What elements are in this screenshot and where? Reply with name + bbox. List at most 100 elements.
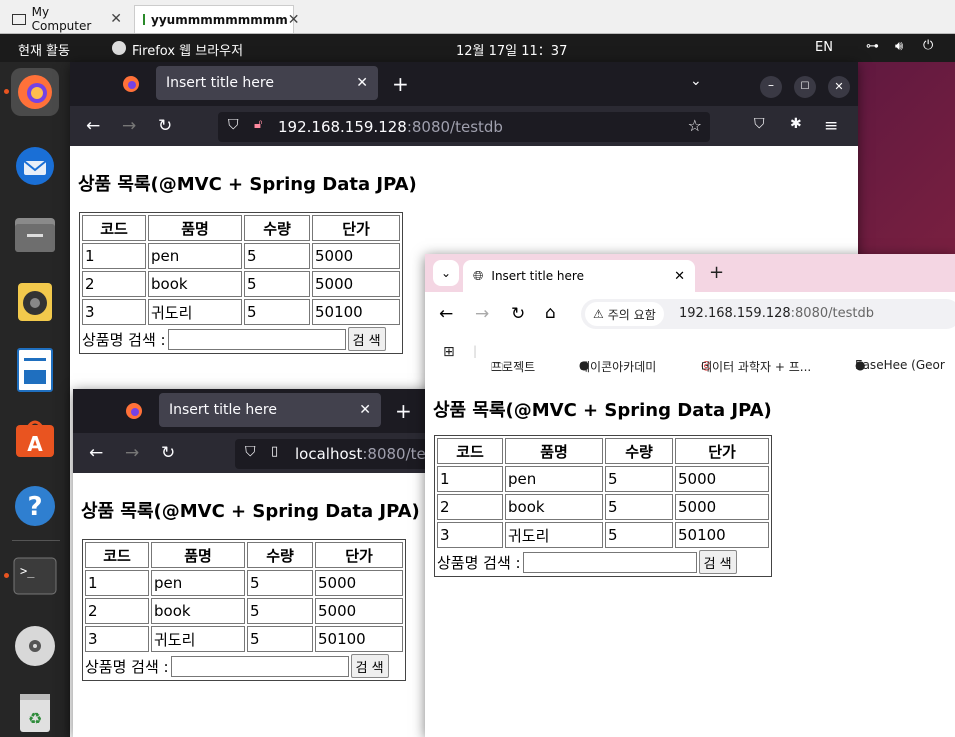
search-row: 상품명 검색 : 검 색: [85, 654, 403, 678]
thunderbird-icon: [16, 147, 54, 185]
minimize-icon[interactable]: –: [760, 76, 782, 98]
cell-price: 50100: [312, 299, 400, 325]
tab-search-chevron-icon[interactable]: ⌄: [433, 260, 459, 286]
new-tab-icon[interactable]: +: [392, 72, 409, 96]
vm-tab-active[interactable]: yyummmmmmmmm ✕: [134, 5, 299, 33]
close-tab-icon[interactable]: ✕: [674, 269, 685, 284]
cell-qty: 5: [244, 271, 310, 297]
search-button[interactable]: 검 색: [347, 327, 386, 351]
network-icon[interactable]: ⊶: [866, 39, 879, 54]
firefox-window-2: Insert title here ✕ + ← → ↻ ⛉ ▯ localhos…: [73, 389, 433, 737]
tab-insert-title[interactable]: Insert title here ✕: [156, 66, 378, 100]
cell-name: book: [505, 494, 603, 520]
tab-insert-title[interactable]: Insert title here ✕: [159, 393, 381, 427]
page-icon: ▯: [271, 444, 279, 459]
vm-tab-bar: My Computer ✕ yyummmmmmmmm ✕: [0, 0, 955, 34]
dock-rhythmbox[interactable]: [11, 278, 59, 326]
dock-disc[interactable]: [11, 622, 59, 670]
cell-code: 3: [437, 522, 503, 548]
tab-title: Insert title here: [491, 269, 584, 283]
clock[interactable]: 12월 17일 11：37: [456, 40, 567, 59]
close-window-icon[interactable]: ✕: [828, 76, 850, 98]
insecure-lock-icon[interactable]: 🔓︎: [254, 117, 262, 132]
extensions-icon[interactable]: ✱: [790, 116, 802, 132]
close-icon[interactable]: ✕: [110, 11, 122, 27]
url-host: localhost: [295, 445, 363, 463]
dock-app-center[interactable]: A: [11, 414, 59, 462]
back-icon[interactable]: ←: [439, 304, 453, 324]
cell-code: 2: [437, 494, 503, 520]
close-icon[interactable]: ✕: [288, 12, 300, 28]
column-header: 품명: [151, 542, 245, 568]
app-center-icon: A: [16, 420, 54, 457]
navigation-bar: ← → ↻ ⛉ 🔓︎ 192.168.159.128:8080/testdb ☆…: [70, 106, 858, 146]
search-input[interactable]: [522, 551, 697, 573]
svg-text:♻: ♻: [28, 709, 42, 728]
close-tab-icon[interactable]: ✕: [359, 402, 371, 418]
table-row: 1 pen 5 5000: [437, 466, 769, 492]
search-button[interactable]: 검 색: [698, 550, 737, 574]
pocket-icon[interactable]: ⛉: [754, 116, 765, 132]
dock-thunderbird[interactable]: [11, 142, 59, 190]
vm-tab-label: yyummmmmmmmm: [151, 12, 288, 27]
dock-terminal[interactable]: >_: [11, 552, 59, 600]
search-button[interactable]: 검 색: [350, 654, 389, 678]
shield-icon[interactable]: ⛉: [228, 117, 239, 133]
cell-qty: 5: [247, 570, 313, 596]
app-menu[interactable]: Firefox 웹 브라우저: [132, 40, 243, 59]
forward-icon[interactable]: →: [125, 443, 139, 463]
products-table: 코드 품명 수량 단가 1 pen 5 5000 2 book 5 5000 3 귀도리 5 50…: [434, 435, 772, 577]
url-bar[interactable]: ⛉ 🔓︎ 192.168.159.128:8080/testdb ☆: [218, 112, 710, 142]
back-icon[interactable]: ←: [89, 443, 103, 463]
dock-libreoffice-writer[interactable]: [11, 346, 59, 394]
language-indicator[interactable]: EN: [815, 40, 833, 55]
power-icon[interactable]: ⏻: [923, 38, 933, 53]
bookmark-star-icon[interactable]: ☆: [688, 116, 702, 135]
close-tab-icon[interactable]: ✕: [356, 75, 368, 91]
new-tab-icon[interactable]: +: [709, 262, 724, 283]
back-icon[interactable]: ←: [86, 116, 100, 136]
volume-icon[interactable]: 🔊︎: [895, 39, 903, 54]
cell-name: book: [148, 271, 242, 297]
dock-help[interactable]: ?: [11, 482, 59, 530]
tab-insert-title[interactable]: 🌐︎ Insert title here ✕: [463, 260, 695, 292]
activities-button[interactable]: 현재 활동: [18, 40, 70, 59]
reload-icon[interactable]: ↻: [161, 443, 175, 463]
cell-name: book: [151, 598, 245, 624]
forward-icon[interactable]: →: [122, 116, 136, 136]
forward-icon[interactable]: →: [475, 304, 489, 324]
cell-name: pen: [505, 466, 603, 492]
security-chip[interactable]: ⚠ 주의 요함: [585, 302, 664, 326]
dock-files[interactable]: [11, 210, 59, 258]
new-tab-icon[interactable]: +: [395, 399, 412, 423]
list-tabs-chevron-icon[interactable]: ⌄: [690, 73, 702, 89]
firefox-small-icon: [112, 41, 126, 55]
cell-code: 3: [82, 299, 146, 325]
search-row: 상품명 검색 : 검 색: [437, 550, 769, 574]
tab-strip: Insert title here ✕ +: [73, 389, 433, 433]
apps-grid-icon[interactable]: ⊞: [443, 344, 455, 360]
column-header: 수량: [244, 215, 310, 241]
search-label: 상품명 검색 :: [85, 657, 169, 676]
cell-qty: 5: [244, 299, 310, 325]
home-icon[interactable]: ⌂: [545, 303, 556, 323]
shield-icon[interactable]: ⛉: [245, 444, 256, 460]
reload-icon[interactable]: ↻: [158, 116, 172, 136]
dock-trash[interactable]: ♻: [11, 688, 59, 736]
menu-icon[interactable]: ≡: [824, 116, 838, 136]
cell-code: 1: [82, 243, 146, 269]
url-bar[interactable]: ⛉ ▯ localhost:8080/tes: [235, 439, 433, 469]
reload-icon[interactable]: ↻: [511, 304, 525, 324]
cell-price: 5000: [675, 494, 769, 520]
maximize-icon[interactable]: ☐: [794, 76, 816, 98]
vm-tab-my-computer[interactable]: My Computer ✕: [4, 5, 130, 33]
dock-firefox[interactable]: [11, 68, 59, 116]
omnibox[interactable]: ⚠ 주의 요함 192.168.159.128:8080/testdb: [581, 299, 955, 329]
url-path: :8080/testdb: [406, 118, 503, 136]
search-input[interactable]: [170, 655, 349, 677]
bookmark-label: 프로젝트: [491, 360, 536, 374]
speaker-icon: [18, 283, 52, 321]
warning-icon: ⚠: [593, 307, 604, 321]
cell-qty: 5: [247, 598, 313, 624]
search-input[interactable]: [167, 328, 346, 350]
